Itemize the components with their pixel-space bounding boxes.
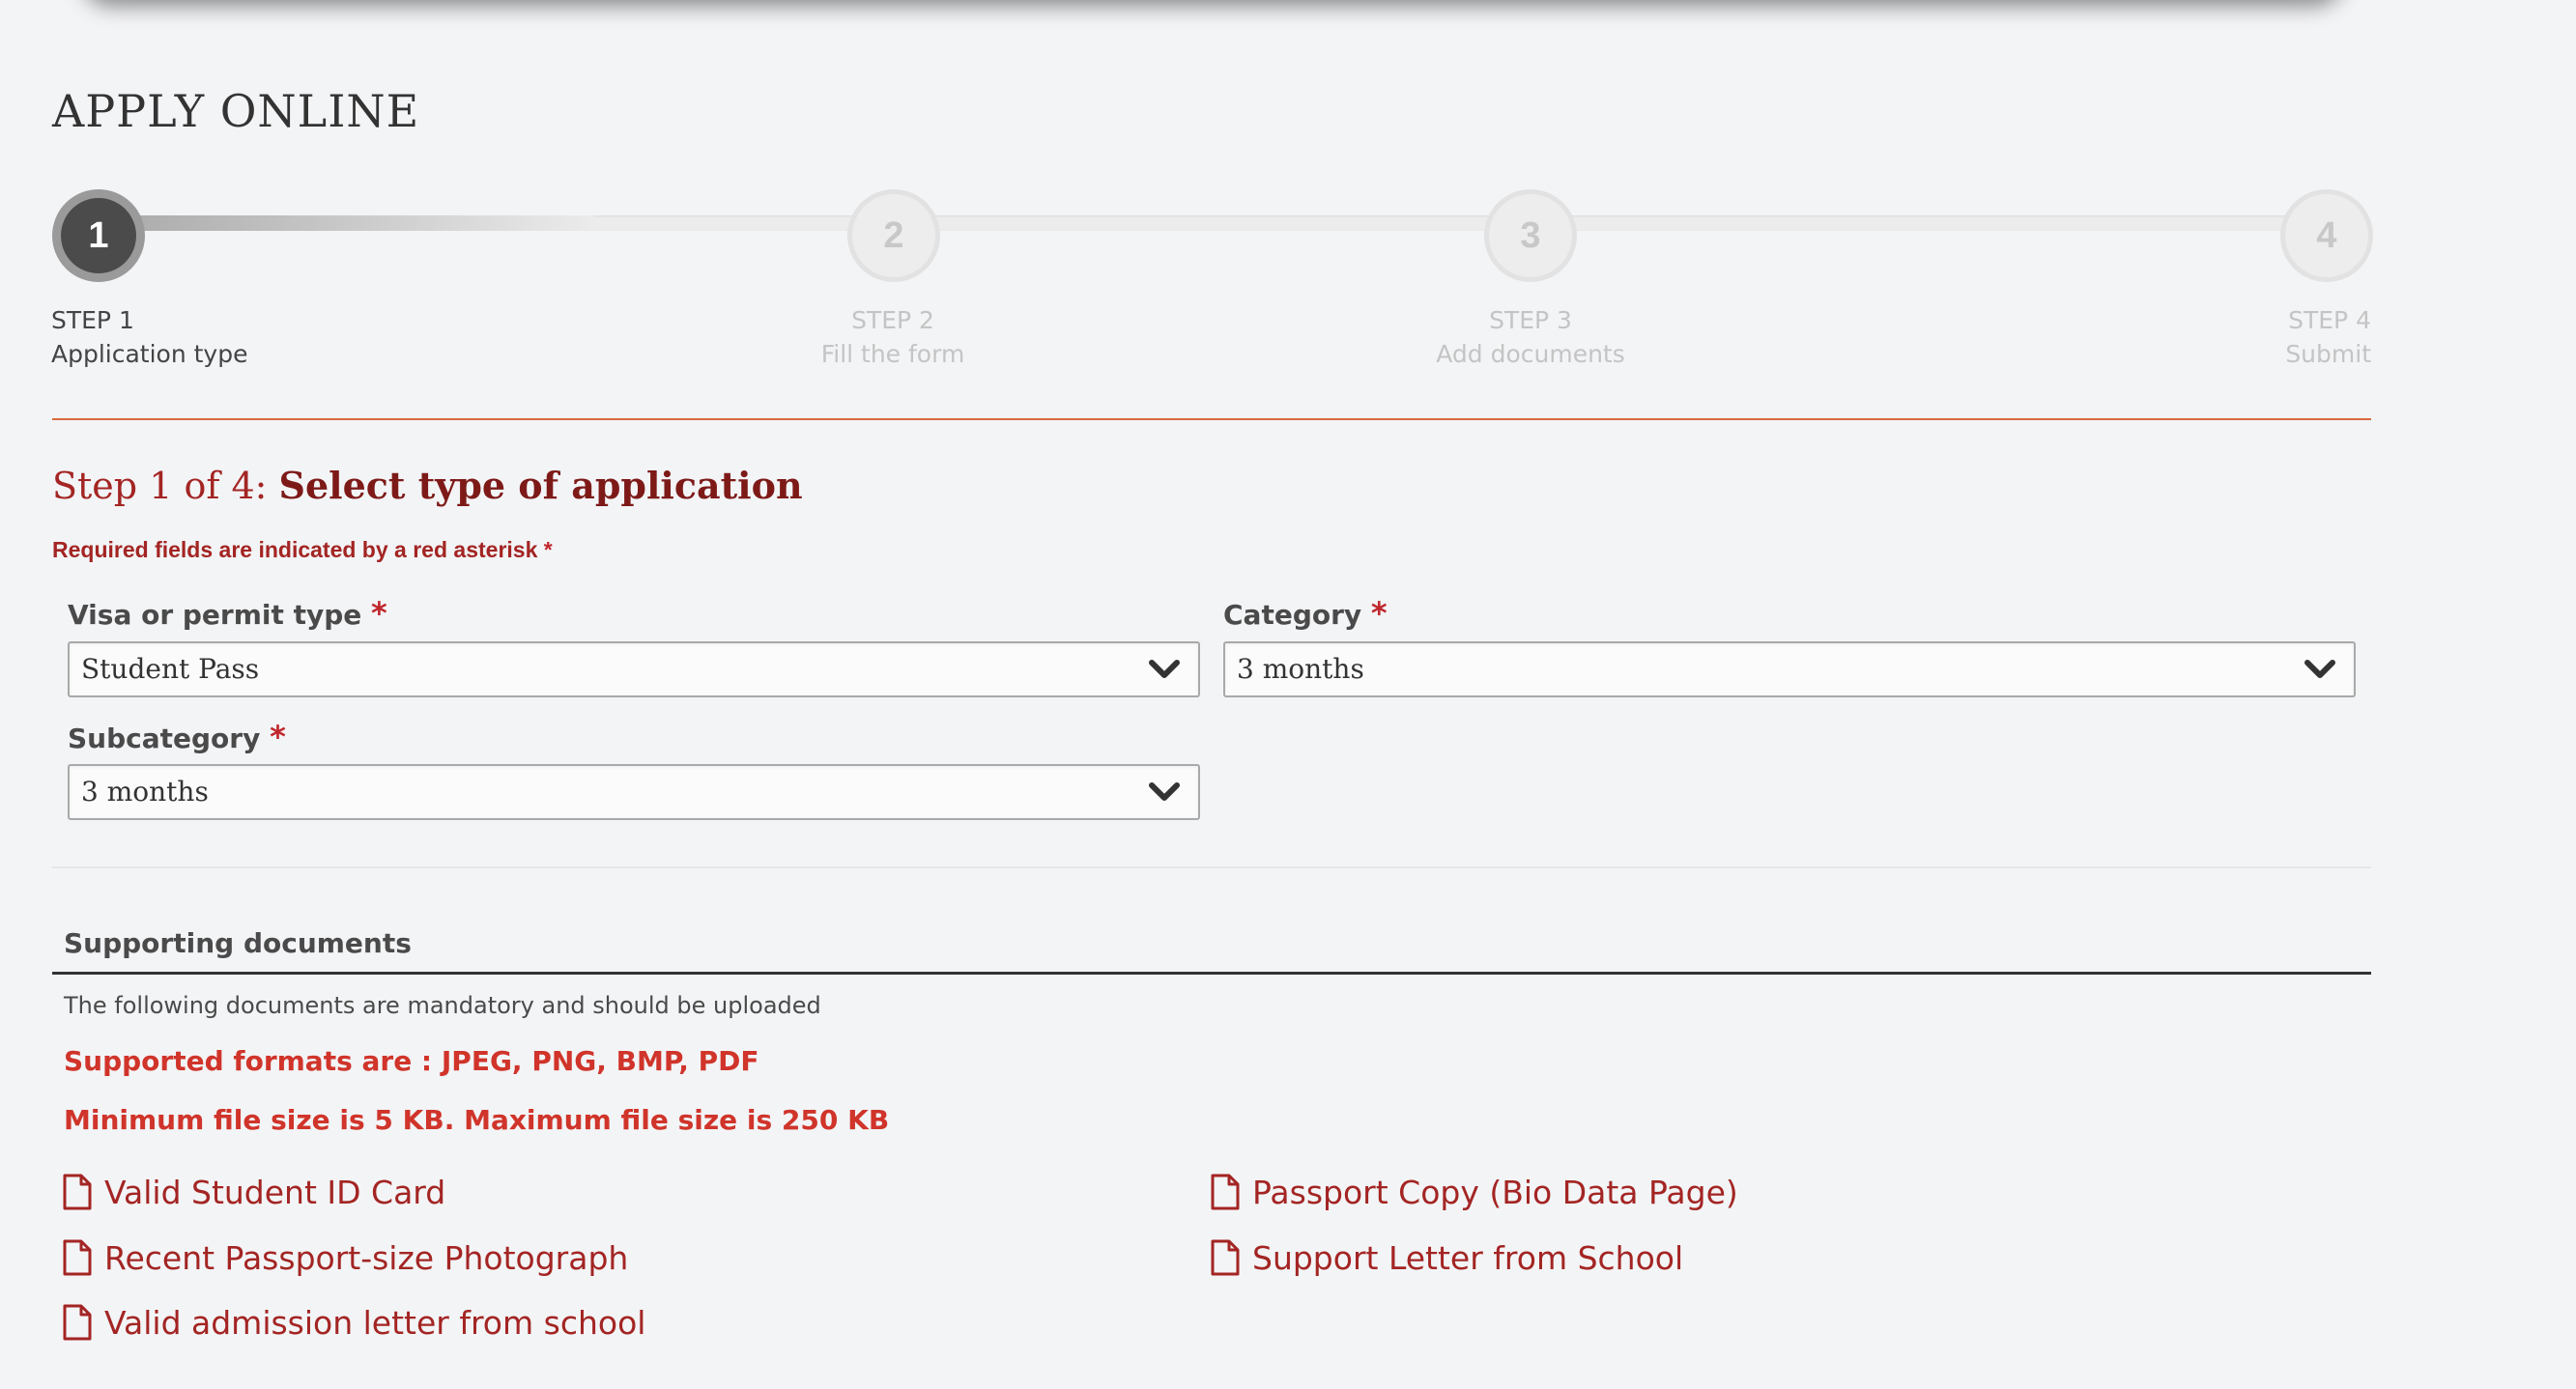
step-3-number-label: STEP 3 — [1489, 306, 1572, 334]
supporting-documents-divider — [52, 972, 2371, 975]
step-heading: Step 1 of 4: Select type of application — [52, 464, 803, 507]
required-fields-note: Required fields are indicated by a red a… — [52, 537, 553, 563]
document-link-support-letter[interactable]: Support Letter from School — [1210, 1238, 1683, 1277]
supported-formats-note: Supported formats are : JPEG, PNG, BMP, … — [64, 1045, 759, 1077]
step-3-label: STEP 3 Add documents — [1386, 303, 1675, 371]
page-title: APPLY ONLINE — [52, 85, 420, 137]
file-icon — [1211, 1174, 1240, 1210]
required-note-text: Required fields are indicated by a red a… — [52, 537, 538, 562]
category-value: 3 months — [1237, 653, 1364, 685]
chevron-down-icon — [1149, 782, 1180, 801]
subcategory-select[interactable]: 3 months — [68, 764, 1200, 820]
visa-type-label-text: Visa or permit type — [68, 599, 362, 631]
chevron-down-icon — [2304, 660, 2335, 678]
document-label: Valid admission letter from school — [104, 1303, 646, 1342]
step-heading-prefix: Step 1 of 4: — [52, 465, 268, 507]
chevron-down-icon — [1149, 660, 1180, 678]
document-link-passport-copy[interactable]: Passport Copy (Bio Data Page) — [1210, 1173, 1738, 1211]
file-icon — [63, 1304, 92, 1341]
document-link-photograph[interactable]: Recent Passport-size Photograph — [62, 1238, 628, 1277]
mandatory-note: The following documents are mandatory an… — [64, 992, 821, 1019]
file-icon — [63, 1239, 92, 1276]
visa-type-label: Visa or permit type * — [68, 595, 387, 632]
document-label: Valid Student ID Card — [104, 1173, 446, 1211]
subcategory-value: 3 months — [81, 776, 209, 808]
form-divider — [52, 866, 2371, 868]
document-link-student-id[interactable]: Valid Student ID Card — [62, 1173, 445, 1211]
step-1-circle[interactable]: 1 — [52, 189, 145, 282]
file-size-note: Minimum file size is 5 KB. Maximum file … — [64, 1104, 890, 1136]
step-4-label: STEP 4 Submit — [2178, 303, 2371, 371]
step-4-number-label: STEP 4 — [2288, 306, 2371, 334]
category-label-text: Category — [1223, 599, 1362, 631]
step-heading-title: Select type of application — [278, 464, 803, 507]
step-2-circle[interactable]: 2 — [847, 189, 940, 282]
category-label: Category * — [1223, 595, 1388, 632]
document-label: Support Letter from School — [1252, 1238, 1684, 1277]
category-asterisk: * — [1370, 595, 1388, 632]
visa-type-select[interactable]: Student Pass — [68, 641, 1200, 697]
step-4-name: Submit — [2285, 340, 2371, 368]
subcategory-asterisk: * — [270, 719, 286, 755]
subcategory-label-text: Subcategory — [68, 723, 261, 754]
required-asterisk: * — [543, 537, 553, 562]
step-3-name: Add documents — [1436, 340, 1625, 368]
step-2-name: Fill the form — [820, 340, 965, 368]
document-label: Recent Passport-size Photograph — [104, 1238, 629, 1277]
supporting-documents-title: Supporting documents — [64, 927, 412, 959]
step-3-circle[interactable]: 3 — [1484, 189, 1577, 282]
file-icon — [63, 1174, 92, 1210]
document-link-admission-letter[interactable]: Valid admission letter from school — [62, 1303, 645, 1342]
step-4-circle[interactable]: 4 — [2280, 189, 2373, 282]
subcategory-label: Subcategory * — [68, 719, 286, 755]
step-1-label: STEP 1 Application type — [51, 303, 247, 371]
step-2-number-label: STEP 2 — [851, 306, 934, 334]
visa-type-asterisk: * — [371, 595, 387, 632]
document-label: Passport Copy (Bio Data Page) — [1252, 1173, 1738, 1211]
category-select[interactable]: 3 months — [1223, 641, 2356, 697]
stepper-divider — [52, 418, 2371, 420]
step-1-name: Application type — [51, 340, 248, 368]
step-1-number-label: STEP 1 — [51, 306, 134, 334]
progress-fill — [97, 215, 599, 231]
step-2-label: STEP 2 Fill the form — [796, 303, 989, 371]
file-icon — [1211, 1239, 1240, 1276]
visa-type-value: Student Pass — [81, 653, 260, 685]
